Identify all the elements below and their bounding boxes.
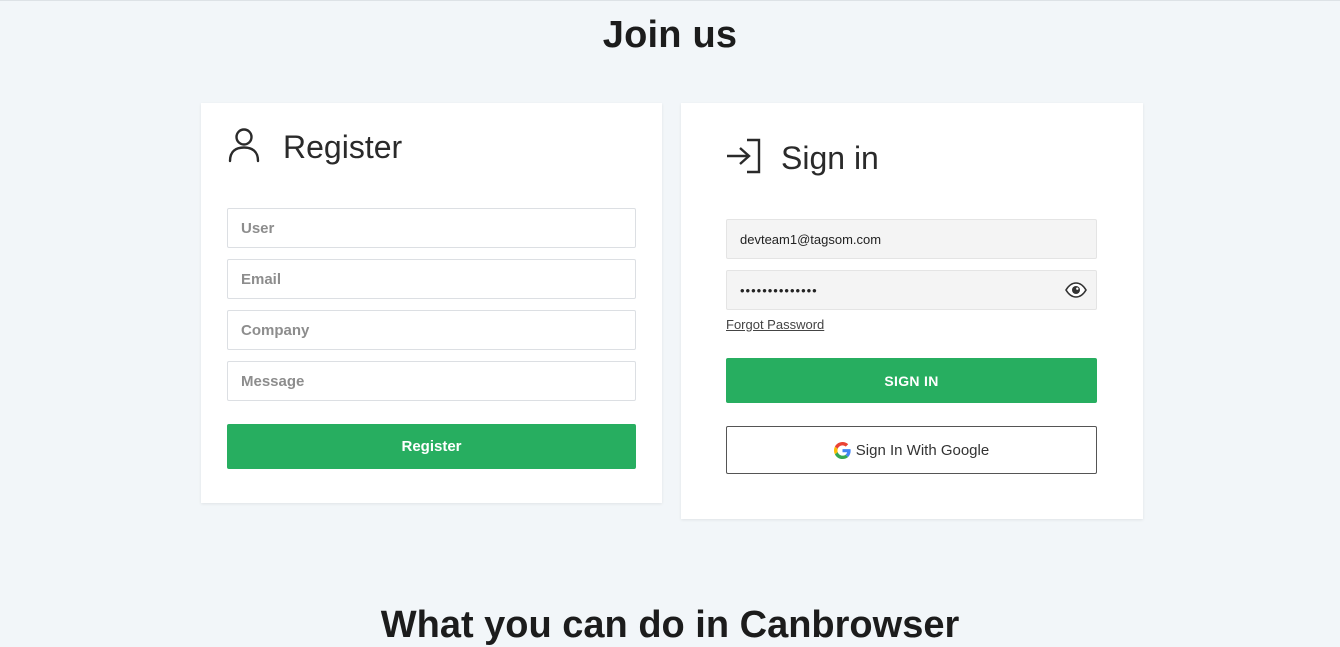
email-input[interactable] (227, 259, 636, 299)
google-button-label: Sign In With Google (855, 441, 990, 459)
page-title: Join us (602, 14, 738, 56)
google-sign-in-button[interactable]: Sign In With Google (726, 426, 1097, 474)
message-input[interactable] (227, 361, 636, 401)
forgot-password-link[interactable]: Forgot Password (726, 317, 824, 332)
sign-in-icon (725, 138, 761, 179)
company-input[interactable] (227, 310, 636, 350)
google-icon (833, 441, 851, 459)
top-divider (0, 0, 1340, 1)
signin-header: Sign in (725, 138, 879, 179)
signin-email-field[interactable] (726, 219, 1097, 259)
register-button[interactable]: Register (227, 424, 636, 469)
register-card: Register Register (201, 103, 662, 503)
register-title: Register (283, 129, 403, 165)
section-title: What you can do in Canbrowser (380, 604, 960, 646)
signin-title: Sign in (781, 140, 879, 176)
register-header: Register (227, 127, 402, 168)
user-icon (227, 127, 261, 168)
signin-card: Sign in Forgot Password SIGN IN Sign In … (681, 103, 1143, 519)
user-input[interactable] (227, 208, 636, 248)
sign-in-button[interactable]: SIGN IN (726, 358, 1097, 403)
eye-icon[interactable] (1065, 282, 1087, 298)
password-field[interactable] (726, 270, 1097, 310)
